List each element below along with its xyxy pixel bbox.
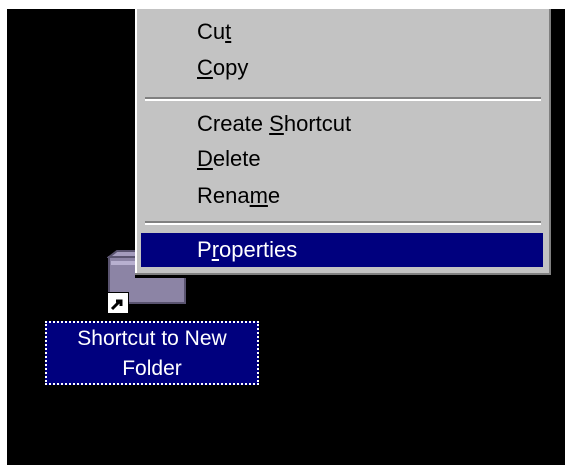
menu-item-delete-rest: elete bbox=[212, 146, 261, 171]
menu-item-properties-text: P bbox=[197, 237, 212, 262]
menu-item-cut[interactable]: Cut bbox=[141, 15, 543, 49]
menu-item-create-shortcut-text: Create bbox=[197, 111, 270, 136]
menu-item-create-shortcut[interactable]: Create Shortcut bbox=[141, 107, 543, 141]
menu-item-rename-text: Rena bbox=[197, 183, 250, 208]
menu-item-properties-accel: r bbox=[211, 237, 220, 262]
desktop-icon-label[interactable]: Shortcut to New Folder bbox=[45, 321, 259, 385]
menu-item-create-shortcut-accel: S bbox=[269, 111, 284, 136]
desktop-icon-label-line2: Folder bbox=[122, 357, 182, 380]
menu-item-rename[interactable]: Rename bbox=[141, 179, 543, 213]
context-menu: Cut Copy Create Shortcut Delete Rename P… bbox=[135, 9, 554, 278]
menu-item-delete-accel: D bbox=[197, 146, 213, 171]
menu-item-copy-accel: C bbox=[197, 55, 213, 80]
menu-item-copy-rest: opy bbox=[212, 55, 249, 80]
menu-item-properties-rest: operties bbox=[219, 237, 298, 262]
menu-item-cut-accel: t bbox=[225, 19, 232, 44]
menu-separator bbox=[145, 221, 541, 225]
shortcut-arrow-icon bbox=[107, 292, 129, 314]
desktop[interactable]: Shortcut to New Folder Cut Copy Create S… bbox=[7, 9, 565, 465]
menu-item-rename-accel: m bbox=[249, 183, 268, 208]
menu-item-copy[interactable]: Copy bbox=[141, 51, 543, 85]
menu-item-rename-rest: e bbox=[267, 183, 281, 208]
menu-separator bbox=[145, 97, 541, 101]
menu-item-cut-text: Cu bbox=[197, 19, 226, 44]
menu-item-create-shortcut-rest: hortcut bbox=[283, 111, 352, 136]
desktop-icon-label-line1: Shortcut to New bbox=[77, 327, 227, 350]
menu-item-properties[interactable]: Properties bbox=[141, 233, 543, 267]
menu-item-delete[interactable]: Delete bbox=[141, 142, 543, 176]
